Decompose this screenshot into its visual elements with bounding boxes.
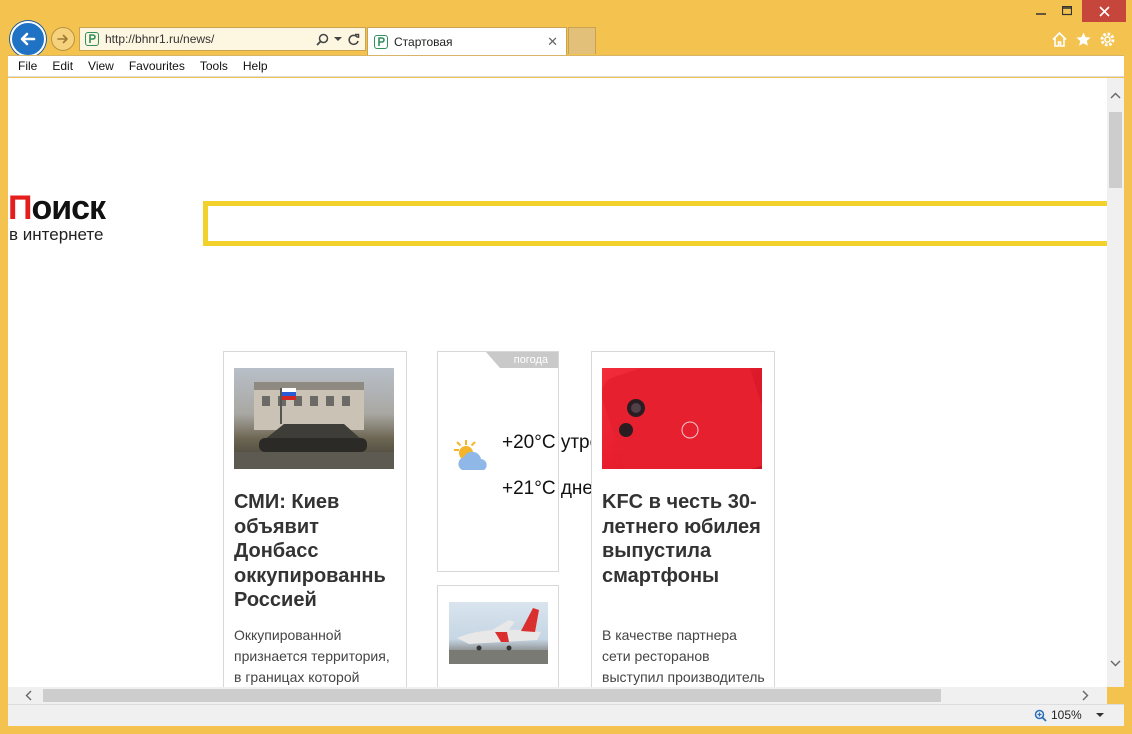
scroll-down-icon[interactable] <box>1109 656 1122 670</box>
refresh-icon[interactable] <box>347 33 360 46</box>
menu-file[interactable]: File <box>18 59 37 73</box>
zoom-level: 105% <box>1051 708 1082 722</box>
gear-icon <box>1100 32 1114 46</box>
star-icon <box>1075 32 1091 46</box>
address-url: http://bhnr1.ru/news/ <box>105 32 215 46</box>
menu-tools[interactable]: Tools <box>200 59 228 73</box>
weather-badge: погода <box>486 352 558 368</box>
news-headline[interactable]: KFC в честь 30-летнего юбилея выпустила … <box>602 490 772 588</box>
search-icon[interactable] <box>316 33 329 46</box>
news-image[interactable] <box>449 602 548 664</box>
news-card[interactable]: СМИ: Киев объявит Донбасс оккупированнь … <box>223 351 407 687</box>
maximize-icon <box>1062 6 1072 16</box>
menu-view[interactable]: View <box>88 59 114 73</box>
zoom-icon <box>1034 709 1047 722</box>
settings-button[interactable] <box>1098 30 1116 48</box>
chevron-down-icon[interactable] <box>1095 711 1104 719</box>
horizontal-scrollbar[interactable] <box>8 687 1107 704</box>
search-input[interactable] <box>203 201 1107 246</box>
news-image[interactable] <box>602 368 762 469</box>
arrow-left-icon <box>20 32 36 46</box>
menu-favourites[interactable]: Favourites <box>129 59 185 73</box>
new-tab-button[interactable] <box>568 27 596 54</box>
vertical-scrollbar[interactable] <box>1107 78 1124 687</box>
tab-title: Стартовая <box>394 34 453 49</box>
menu-help[interactable]: Help <box>243 59 268 73</box>
navigation-bar: http://bhnr1.ru/news/ Стартовая ✕ <box>0 0 1132 57</box>
forward-button[interactable] <box>51 27 75 51</box>
news-description: Оккупированной признается территория, в … <box>234 627 390 685</box>
logo-word: Поиск <box>8 190 138 226</box>
home-button[interactable] <box>1050 30 1068 48</box>
scroll-right-icon[interactable] <box>1079 689 1091 702</box>
scroll-up-icon[interactable] <box>1109 88 1122 102</box>
news-headline[interactable]: СМИ: Киев объявит Донбасс оккупированнь … <box>234 490 404 613</box>
vertical-scroll-thumb[interactable] <box>1109 112 1122 188</box>
page-viewport: Поиск в интернете СМИ: Киев объявит Донб… <box>8 78 1107 687</box>
site-logo[interactable]: Поиск в интернете <box>8 190 138 244</box>
back-button[interactable] <box>10 21 46 57</box>
browser-window: http://bhnr1.ru/news/ Стартовая ✕ File E… <box>0 0 1132 734</box>
close-window-button[interactable] <box>1082 0 1126 22</box>
chevron-down-icon[interactable] <box>334 35 342 43</box>
logo-tagline: в интернете <box>9 225 104 244</box>
weather-morning: +20°C утро <box>502 432 601 453</box>
news-card[interactable] <box>437 585 559 687</box>
tab-close-icon[interactable]: ✕ <box>547 34 558 50</box>
horizontal-scroll-thumb[interactable] <box>43 689 941 702</box>
logo-first-letter: П <box>8 189 32 227</box>
partly-cloudy-icon <box>454 440 487 470</box>
close-icon <box>1098 5 1110 17</box>
logo-word-rest: оиск <box>31 189 106 227</box>
news-card[interactable]: KFC в честь 30-летнего юбилея выпустила … <box>591 351 775 687</box>
news-image[interactable] <box>234 368 394 469</box>
scroll-left-icon[interactable] <box>22 689 34 702</box>
minimize-button[interactable] <box>1030 0 1052 22</box>
zoom-control[interactable]: 105% <box>1034 708 1104 722</box>
arrow-right-icon <box>57 34 68 44</box>
minimize-icon <box>1036 13 1046 15</box>
site-favicon-icon <box>85 32 99 46</box>
menu-edit[interactable]: Edit <box>52 59 73 73</box>
tab-start[interactable]: Стартовая ✕ <box>367 27 567 55</box>
weather-widget[interactable]: погода +20°C утро +21°C днем <box>437 351 606 572</box>
status-bar: 105% <box>8 704 1124 726</box>
address-bar[interactable]: http://bhnr1.ru/news/ <box>79 27 366 51</box>
tab-favicon-icon <box>374 34 388 49</box>
home-icon <box>1051 31 1067 47</box>
maximize-button[interactable] <box>1056 0 1078 22</box>
favourites-button[interactable] <box>1074 30 1092 48</box>
menu-bar: File Edit View Favourites Tools Help <box>8 55 1124 77</box>
news-description: В качестве партнера сети ресторанов выст… <box>602 627 765 685</box>
